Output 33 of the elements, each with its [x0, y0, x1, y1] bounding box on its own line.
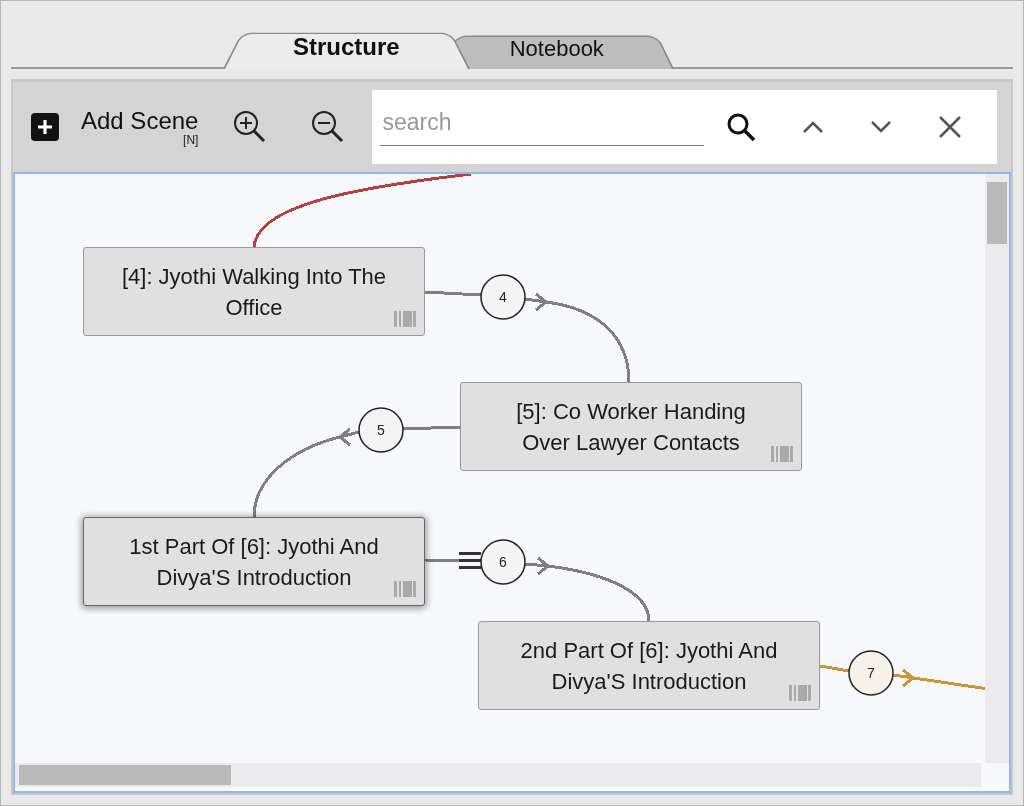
scrollbar-thumb[interactable] — [987, 182, 1007, 244]
edge-label-circle — [848, 650, 894, 696]
bars-icon — [394, 311, 416, 327]
search-button[interactable] — [726, 112, 757, 142]
shortcut-hint: [N] — [183, 133, 199, 147]
scene-card[interactable]: 1st Part Of [6]: Jyothi And Divya'S Introduction — [83, 517, 425, 606]
edge-number: 6 — [499, 554, 507, 570]
bars-icon — [789, 685, 811, 701]
next-match-button[interactable] — [870, 120, 893, 134]
edge-number: 4 — [499, 289, 507, 305]
vertical-scrollbar[interactable] — [985, 174, 1009, 763]
scene-title: 2nd Part Of [6]: Jyothi And Divya'S Introduction — [519, 636, 779, 696]
horizontal-scrollbar[interactable] — [15, 763, 981, 787]
scene-card[interactable]: [5]: Co Worker Handing Over Lawyer Contacts — [460, 382, 802, 471]
edge-label-circle — [480, 274, 526, 320]
scene-card[interactable]: 2nd Part Of [6]: Jyothi And Divya'S Introduction — [478, 621, 820, 710]
scene-title: [4]: Jyothi Walking Into The Office — [120, 262, 388, 322]
scene-card[interactable]: [4]: Jyothi Walking Into The Office — [83, 247, 425, 336]
scene-title: 1st Part Of [6]: Jyothi And Divya'S Introduction — [128, 532, 380, 592]
search-bar[interactable]: search — [372, 90, 997, 164]
plus-icon — [31, 113, 59, 141]
edge-label-circle — [358, 407, 404, 453]
add-scene-button[interactable]: Add Scene [N] — [31, 107, 199, 147]
scene-title: [5]: Co Worker Handing Over Lawyer Contacts — [515, 397, 747, 457]
bars-icon — [394, 581, 416, 597]
bars-icon — [771, 446, 793, 462]
close-search-button[interactable] — [938, 115, 963, 139]
previous-match-button[interactable] — [802, 120, 825, 134]
edge-number: 5 — [377, 422, 385, 438]
search-field[interactable]: search — [380, 100, 705, 146]
edge-number: 7 — [867, 665, 875, 681]
scrollbar-thumb[interactable] — [19, 765, 231, 785]
edge-label-circle — [480, 539, 526, 585]
